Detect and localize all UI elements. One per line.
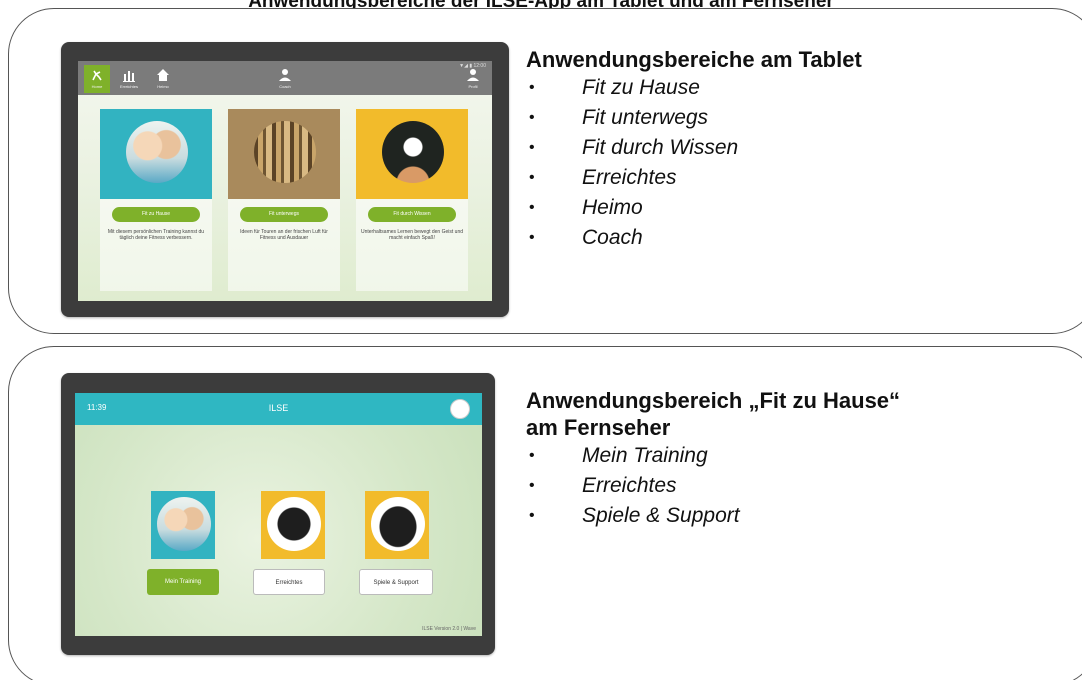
fit-zu-hause-button[interactable]: Fit zu Hause (112, 207, 200, 222)
tv-feature-list: Mein Training Erreichtes Spiele & Suppor… (526, 441, 740, 531)
card-description: Unterhaltsames Lernen bewegt den Geist u… (361, 229, 464, 241)
tablet-feature-list: Fit zu Hause Fit unterwegs Fit durch Wis… (526, 73, 738, 253)
profile-icon (467, 69, 479, 81)
device-photo (267, 497, 321, 551)
mein-training-button[interactable]: Mein Training (147, 569, 219, 595)
nav-coach[interactable]: Coach (272, 65, 298, 93)
tv-device: 11:39 ILSE Mein Training Erreichtes Spie… (61, 373, 495, 655)
tablet-nav-bar: ▼◢ ▮ 12:00 Home Erreichtes Heimo Coach P… (78, 61, 492, 95)
nav-profil[interactable]: Profil (460, 65, 486, 93)
list-item: Spiele & Support (526, 501, 740, 531)
spiele-support-button[interactable]: Spiele & Support (359, 569, 433, 595)
list-item: Fit zu Hause (526, 73, 738, 103)
list-item: Coach (526, 223, 738, 253)
card-image-fit-zu-hause (100, 109, 212, 199)
tv-heading-line1: Anwendungsbereich „Fit zu Hause“ (526, 388, 901, 413)
tv-version-footer: ILSE Version 2.0 | Wave (422, 626, 476, 632)
list-item: Erreichtes (526, 471, 740, 501)
card-description: Ideen für Touren an der frischen Luft fü… (240, 229, 328, 241)
fit-unterwegs-button[interactable]: Fit unterwegs (240, 207, 328, 222)
tablet-device: ▼◢ ▮ 12:00 Home Erreichtes Heimo Coach P… (61, 42, 509, 317)
tv-header-bar: 11:39 ILSE (75, 393, 482, 425)
tablet-screen: ▼◢ ▮ 12:00 Home Erreichtes Heimo Coach P… (78, 61, 492, 301)
lightbulb-photo (382, 121, 444, 183)
nav-erreichtes[interactable]: Erreichtes (116, 65, 142, 93)
tv-panel: 11:39 ILSE Mein Training Erreichtes Spie… (8, 346, 1082, 680)
tile-mein-training[interactable] (151, 491, 215, 559)
list-item: Fit unterwegs (526, 103, 738, 133)
tv-screen: 11:39 ILSE Mein Training Erreichtes Spie… (75, 393, 482, 636)
house-icon (157, 69, 169, 81)
nav-home[interactable]: Home (84, 65, 110, 93)
bar-chart-icon (123, 71, 135, 82)
couple-photo (157, 497, 211, 551)
user-avatar-icon[interactable] (450, 399, 470, 419)
runner-icon (92, 70, 102, 81)
list-item: Fit durch Wissen (526, 133, 738, 163)
tile-erreichtes[interactable] (261, 491, 325, 559)
card-fit-durch-wissen[interactable]: Fit durch Wissen Unterhaltsames Lernen b… (356, 109, 468, 291)
erreichtes-button[interactable]: Erreichtes (253, 569, 325, 595)
list-item: Heimo (526, 193, 738, 223)
card-fit-zu-hause[interactable]: Fit zu Hause Mit diesem persönlichen Tra… (100, 109, 212, 291)
card-description: Mit diesem persönlichen Training kannst … (107, 229, 205, 241)
nav-heimo[interactable]: Heimo (150, 65, 176, 93)
camera-photo (371, 497, 425, 551)
tv-app-title: ILSE (268, 403, 289, 413)
tablet-panel: ▼◢ ▮ 12:00 Home Erreichtes Heimo Coach P… (8, 8, 1082, 334)
list-item: Erreichtes (526, 163, 738, 193)
list-item: Mein Training (526, 441, 740, 471)
couple-photo (126, 121, 188, 183)
tablet-heading: Anwendungsbereiche am Tablet (526, 47, 862, 72)
person-icon (279, 69, 291, 81)
forest-photo (254, 121, 316, 183)
card-fit-unterwegs[interactable]: Fit unterwegs Ideen für Touren an der fr… (228, 109, 340, 291)
card-image-fit-durch-wissen (356, 109, 468, 199)
tv-heading-line2: am Fernseher (526, 415, 671, 440)
fit-durch-wissen-button[interactable]: Fit durch Wissen (368, 207, 456, 222)
tile-spiele-support[interactable] (365, 491, 429, 559)
card-image-fit-unterwegs (228, 109, 340, 199)
